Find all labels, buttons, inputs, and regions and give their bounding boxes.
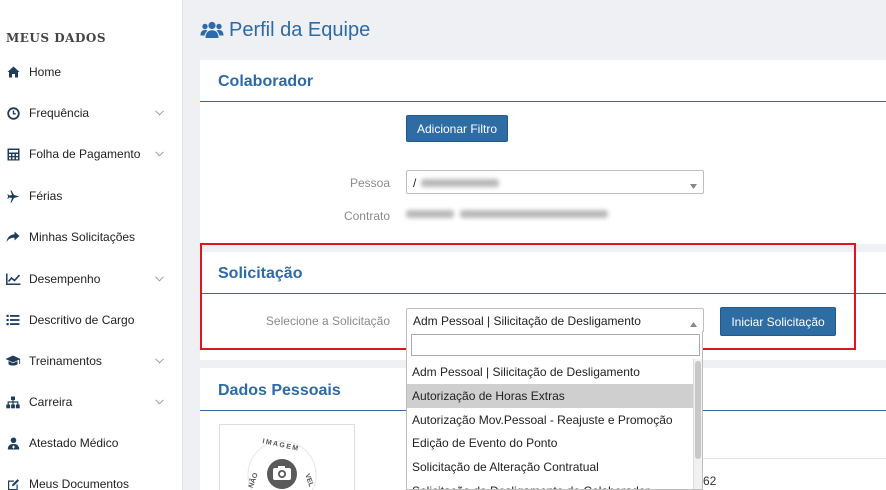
profile-photo-placeholder: IMAGEM NÃO VEL <box>219 424 355 490</box>
pessoa-label: Pessoa <box>349 176 390 190</box>
user-md-icon <box>5 435 21 451</box>
clock-icon <box>5 105 21 121</box>
home-icon <box>5 64 21 80</box>
dropdown-option[interactable]: Autorização Mov.Pessoal - Reajuste e Pro… <box>407 408 694 432</box>
edit-icon <box>5 476 21 490</box>
sidebar-item-folha-de-pagamento[interactable]: Folha de Pagamento <box>0 139 183 169</box>
dropdown-option[interactable]: Solicitação de Desligamento de Colaborad… <box>407 479 694 489</box>
dropdown-scrollbar[interactable] <box>693 359 702 489</box>
colaborador-title: Colaborador <box>218 73 314 90</box>
contrato-label: Contrato <box>343 209 390 223</box>
sidebar-item-descritivo-de-cargo[interactable]: Descritivo de Cargo <box>0 305 183 335</box>
page-title: Perfil da Equipe <box>229 19 371 41</box>
table-divider <box>696 458 886 459</box>
chevron-down-icon <box>154 149 164 159</box>
page-header: Perfil da Equipe <box>183 0 886 58</box>
sidebar-item-meus-documentos[interactable]: Meus Documentos <box>0 469 183 490</box>
redacted-name <box>421 179 499 187</box>
colaborador-divider <box>200 101 886 102</box>
sidebar-item-label: Férias <box>29 189 63 203</box>
calculator-icon <box>5 146 21 162</box>
solicitacao-divider <box>200 293 886 294</box>
chevron-down-icon <box>154 397 164 407</box>
sidebar-item-label: Frequência <box>29 106 90 120</box>
sidebar-item-ferias[interactable]: Férias <box>0 181 183 211</box>
pessoa-value: / <box>413 176 417 190</box>
list-icon <box>5 312 21 328</box>
dropdown-arrow-up-icon <box>690 316 697 327</box>
sidebar-item-label: Descritivo de Cargo <box>29 313 135 327</box>
add-filter-button[interactable]: Adicionar Filtro <box>406 115 508 142</box>
pessoa-select[interactable]: / <box>406 170 704 194</box>
solicitacao-dropdown: Adm Pessoal | Silicitação de Desligament… <box>406 331 703 490</box>
redacted-contract-desc <box>460 210 608 218</box>
line-chart-icon <box>5 271 21 287</box>
partial-value: 62 <box>703 474 717 488</box>
iniciar-solicitacao-button[interactable]: Iniciar Solicitação <box>720 307 836 336</box>
dados-pessoais-title: Dados Pessoais <box>218 382 341 399</box>
redacted-contract-id <box>406 210 454 218</box>
solicitacao-select-label: Selecione a Solicitação <box>265 314 390 328</box>
dropdown-search-input[interactable] <box>411 334 700 356</box>
users-icon <box>200 20 224 40</box>
solicitacao-title: Solicitação <box>218 265 303 282</box>
sidebar-item-frequencia[interactable]: Frequência <box>0 98 183 128</box>
colaborador-panel: Colaborador Adicionar Filtro Pessoa / Co… <box>200 60 886 244</box>
sidebar-item-label: Meus Documentos <box>29 477 130 490</box>
sidebar-item-label: Treinamentos <box>29 354 102 368</box>
sidebar-item-atestado-medico[interactable]: Atestado Médico <box>0 428 183 458</box>
sidebar-item-label: Minhas Solicitações <box>29 230 136 244</box>
sidebar-item-home[interactable]: Home <box>0 57 183 87</box>
sidebar-item-label: Carreira <box>29 395 73 409</box>
dropdown-scrollbar-thumb[interactable] <box>695 361 701 459</box>
sidebar-item-treinamentos[interactable]: Treinamentos <box>0 346 183 376</box>
dropdown-arrow-icon <box>690 178 697 189</box>
sidebar-item-label: Desempenho <box>29 272 101 286</box>
sidebar: MEUS DADOS Home Frequência Folha de Paga… <box>0 0 183 490</box>
plane-icon <box>5 188 21 204</box>
sidebar-item-label: Home <box>29 65 62 79</box>
share-arrow-icon <box>5 229 21 245</box>
sidebar-item-label: Atestado Médico <box>29 436 119 450</box>
dropdown-option-highlighted[interactable]: Autorização de Horas Extras <box>407 384 694 408</box>
chevron-down-icon <box>154 274 164 284</box>
sidebar-item-minhas-solicitacoes[interactable]: Minhas Solicitações <box>0 222 183 252</box>
sidebar-item-carreira[interactable]: Carreira <box>0 387 183 417</box>
graduation-cap-icon <box>5 353 21 369</box>
dropdown-option[interactable]: Solicitação de Alteração Contratual <box>407 455 694 479</box>
sidebar-item-label: Folha de Pagamento <box>29 147 141 161</box>
solicitacao-select[interactable]: Adm Pessoal | Silicitação de Desligament… <box>406 308 704 332</box>
sidebar-item-desempenho[interactable]: Desempenho <box>0 264 183 294</box>
dropdown-option[interactable]: Adm Pessoal | Silicitação de Desligament… <box>407 360 694 384</box>
solicitacao-selected-value: Adm Pessoal | Silicitação de Desligament… <box>413 314 641 328</box>
sidebar-title: MEUS DADOS <box>6 31 106 45</box>
chevron-down-icon <box>154 108 164 118</box>
dropdown-option[interactable]: Edição de Evento do Ponto <box>407 431 694 455</box>
chevron-down-icon <box>154 356 164 366</box>
sitemap-icon <box>5 394 21 410</box>
